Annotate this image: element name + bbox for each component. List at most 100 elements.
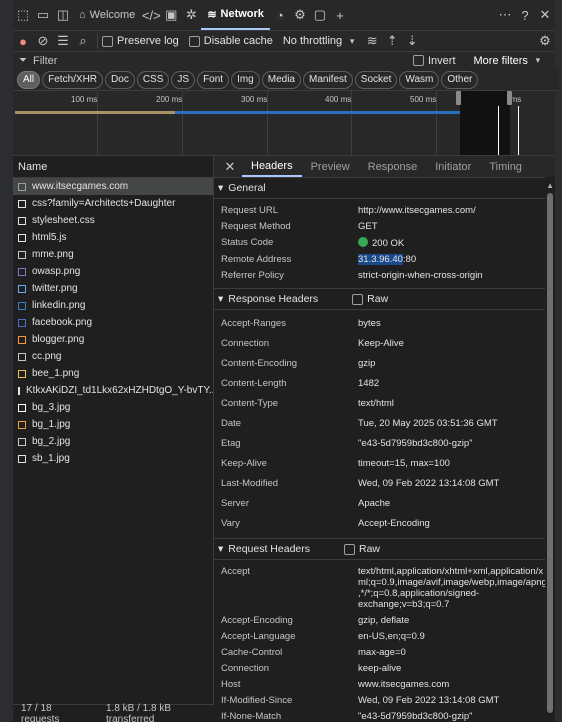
request-row[interactable]: blogger.png [13,331,213,348]
header-value[interactable]: Wed, 09 Feb 2022 13:14:08 GMT [358,478,548,489]
raw-checkbox[interactable] [344,543,355,555]
scrollbar[interactable]: ▲ [545,177,555,722]
download-icon[interactable]: ⇣ [402,31,422,51]
header-value[interactable]: gzip [358,358,548,369]
application-icon[interactable]: ▢ [310,5,330,25]
disable-cache-checkbox[interactable] [188,35,200,47]
scrollbar-thumb[interactable] [547,193,553,713]
inspect-element-icon[interactable]: ⬚ [13,5,33,25]
header-value[interactable]: 1482 [358,378,548,389]
scroll-up-icon[interactable]: ▲ [546,181,554,190]
more-menu-icon[interactable]: ⋯ [495,5,515,25]
timeline-selection[interactable] [460,91,510,155]
request-row[interactable]: facebook.png [13,314,213,331]
help-icon[interactable]: ? [515,5,535,25]
tab-timing[interactable]: Timing [480,156,531,177]
header-value[interactable]: Keep-Alive [358,338,548,349]
close-icon[interactable]: ✕ [220,157,240,177]
preserve-log-checkbox[interactable] [102,35,113,47]
header-value[interactable]: Tue, 20 May 2025 03:51:36 GMT [358,418,548,429]
request-row[interactable]: KtkxAKiDZI_td1Lkx62xHZHDtgO_Y-bvTY... [13,382,213,399]
header-value[interactable]: Apache [358,498,548,509]
header-value[interactable]: keep-alive [358,663,548,674]
header-value[interactable]: max-age=0 [358,647,548,658]
request-row[interactable]: twitter.png [13,280,213,297]
network-settings-icon[interactable]: ⚙ [535,31,555,51]
chip-js[interactable]: JS [171,70,196,89]
console-tab-icon[interactable]: ▣ [161,5,181,25]
request-row[interactable]: stylesheet.css [13,212,213,229]
header-value[interactable]: 200 OK [358,237,548,249]
raw-checkbox[interactable] [352,293,364,305]
tab-response[interactable]: Response [359,156,427,177]
record-icon[interactable]: ● [13,31,33,51]
settings-gear-icon[interactable]: ⚙ [290,5,310,25]
timeline-overview[interactable]: 100 ms 200 ms 300 ms 400 ms 500 ms 600 m… [13,91,555,156]
chip-fetch-xhr[interactable]: Fetch/XHR [42,70,104,89]
header-value[interactable]: 31.3.96.40:80 [358,254,548,265]
throttling-select[interactable]: No throttling [283,35,342,47]
request-row[interactable]: owasp.png [13,263,213,280]
header-value[interactable]: timeout=15, max=100 [358,458,548,469]
header-value[interactable]: text/html,application/xhtml+xml,applicat… [358,566,548,610]
header-value[interactable]: GET [358,221,548,232]
header-value[interactable]: "e43-5d7959bd3c800-gzip" [358,438,548,449]
request-section-header[interactable]: ▾ Request Headers Raw [214,539,555,560]
request-row[interactable]: mme.png [13,246,213,263]
chip-all[interactable]: All [17,70,41,89]
tab-preview[interactable]: Preview [302,156,359,177]
header-value[interactable]: text/html [358,398,548,409]
elements-tab-icon[interactable]: </> [141,5,161,25]
header-value[interactable]: gzip, deflate [358,615,548,626]
name-column-header[interactable]: Name [13,156,213,178]
chip-other[interactable]: Other [441,70,479,89]
filter-toggle-icon[interactable]: ☰ [53,31,73,51]
request-row[interactable]: css?family=Architects+Daughter [13,195,213,212]
request-row[interactable]: bg_3.jpg [13,399,213,416]
sidebar-toggle-icon[interactable]: ◫ [53,5,73,25]
timeline-handle-left[interactable] [456,91,461,105]
request-row[interactable]: html5.js [13,229,213,246]
more-filters-button[interactable]: More filters [474,55,528,67]
close-icon[interactable]: ✕ [535,5,555,25]
tab-headers[interactable]: Headers [242,156,302,177]
clear-icon[interactable]: ⊘ [33,31,53,51]
chevron-down-icon[interactable]: ▾ [342,31,362,51]
chip-doc[interactable]: Doc [105,70,135,89]
request-row[interactable]: www.itsecgames.com [13,178,213,195]
collapse-arrow-icon[interactable]: ▾ [218,182,223,194]
request-row[interactable]: bg_2.jpg [13,433,213,450]
header-value[interactable]: en-US,en;q=0.9 [358,631,548,642]
chip-wasm[interactable]: Wasm [399,70,440,89]
add-tab-icon[interactable]: + [330,5,350,25]
chip-font[interactable]: Font [197,70,230,89]
chip-socket[interactable]: Socket [354,70,398,89]
chevron-down-icon[interactable]: ▾ [528,51,548,71]
header-value[interactable]: Accept-Encoding [358,518,548,529]
request-row[interactable]: cc.png [13,348,213,365]
header-value[interactable]: bytes [358,318,548,329]
header-value[interactable]: strict-origin-when-cross-origin [358,270,548,281]
request-row[interactable]: sb_1.jpg [13,450,213,467]
collapse-arrow-icon[interactable]: ▾ [218,543,223,555]
header-value[interactable]: www.itsecgames.com [358,679,548,690]
sources-bug-icon[interactable]: ✲ [181,5,201,25]
chip-img[interactable]: Img [231,70,260,89]
tab-welcome[interactable]: ⌂ Welcome [73,0,141,30]
upload-icon[interactable]: ⇡ [382,31,402,51]
header-value[interactable]: "e43-5d7959bd3c800-gzip" [358,711,548,722]
response-section-header[interactable]: ▾ Response Headers Raw [214,289,555,310]
general-section-header[interactable]: ▾ General [214,178,555,199]
performance-icon[interactable]: ◔ [270,5,290,25]
invert-checkbox[interactable] [413,55,424,66]
request-row[interactable]: bee_1.png [13,365,213,382]
tab-network[interactable]: ≋ Network [201,0,270,30]
request-row[interactable]: bg_1.jpg [13,416,213,433]
collapse-arrow-icon[interactable]: ▾ [218,293,223,305]
chip-media[interactable]: Media [261,70,301,89]
header-value[interactable]: http://www.itsecgames.com/ [358,205,548,216]
timeline-handle-right[interactable] [507,91,512,105]
chip-manifest[interactable]: Manifest [303,70,353,89]
network-conditions-icon[interactable]: ≋ [362,31,382,51]
device-toolbar-icon[interactable]: ▭ [33,5,53,25]
